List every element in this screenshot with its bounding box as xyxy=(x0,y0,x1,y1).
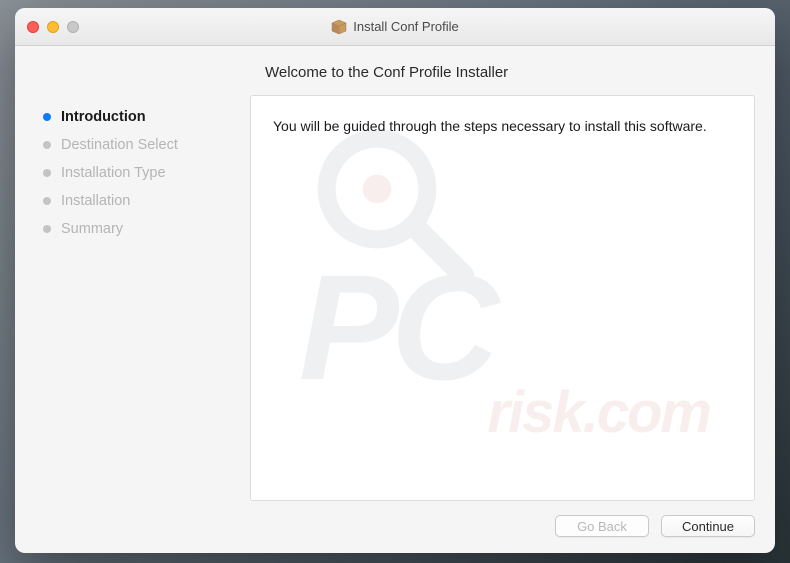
step-destination-select: Destination Select xyxy=(43,131,250,159)
step-label: Installation xyxy=(61,193,130,209)
step-installation-type: Installation Type xyxy=(43,159,250,187)
step-label: Introduction xyxy=(61,109,146,125)
step-summary: Summary xyxy=(43,215,250,243)
window-controls xyxy=(15,21,79,33)
bullet-icon xyxy=(43,113,51,121)
installer-window: Install Conf Profile Welcome to the Conf… xyxy=(15,8,775,553)
step-label: Destination Select xyxy=(61,137,178,153)
step-label: Installation Type xyxy=(61,165,166,181)
titlebar: Install Conf Profile xyxy=(15,8,775,46)
titlebar-title-area: Install Conf Profile xyxy=(15,19,775,35)
go-back-button: Go Back xyxy=(555,515,649,537)
window-body: Welcome to the Conf Profile Installer In… xyxy=(15,46,775,553)
button-row: Go Back Continue xyxy=(35,501,755,537)
step-installation: Installation xyxy=(43,187,250,215)
window-title: Install Conf Profile xyxy=(353,19,459,34)
bullet-icon xyxy=(43,169,51,177)
continue-button[interactable]: Continue xyxy=(661,515,755,537)
bullet-icon xyxy=(43,141,51,149)
page-heading: Welcome to the Conf Profile Installer xyxy=(265,64,755,81)
maximize-button xyxy=(67,21,79,33)
close-button[interactable] xyxy=(27,21,39,33)
body-text: You will be guided through the steps nec… xyxy=(273,116,732,136)
step-introduction: Introduction xyxy=(43,103,250,131)
main-content-panel: You will be guided through the steps nec… xyxy=(250,95,755,501)
minimize-button[interactable] xyxy=(47,21,59,33)
bullet-icon xyxy=(43,197,51,205)
steps-sidebar: Introduction Destination Select Installa… xyxy=(35,95,250,501)
bullet-icon xyxy=(43,225,51,233)
step-label: Summary xyxy=(61,221,123,237)
content-row: Introduction Destination Select Installa… xyxy=(35,95,755,501)
package-icon xyxy=(331,19,347,35)
